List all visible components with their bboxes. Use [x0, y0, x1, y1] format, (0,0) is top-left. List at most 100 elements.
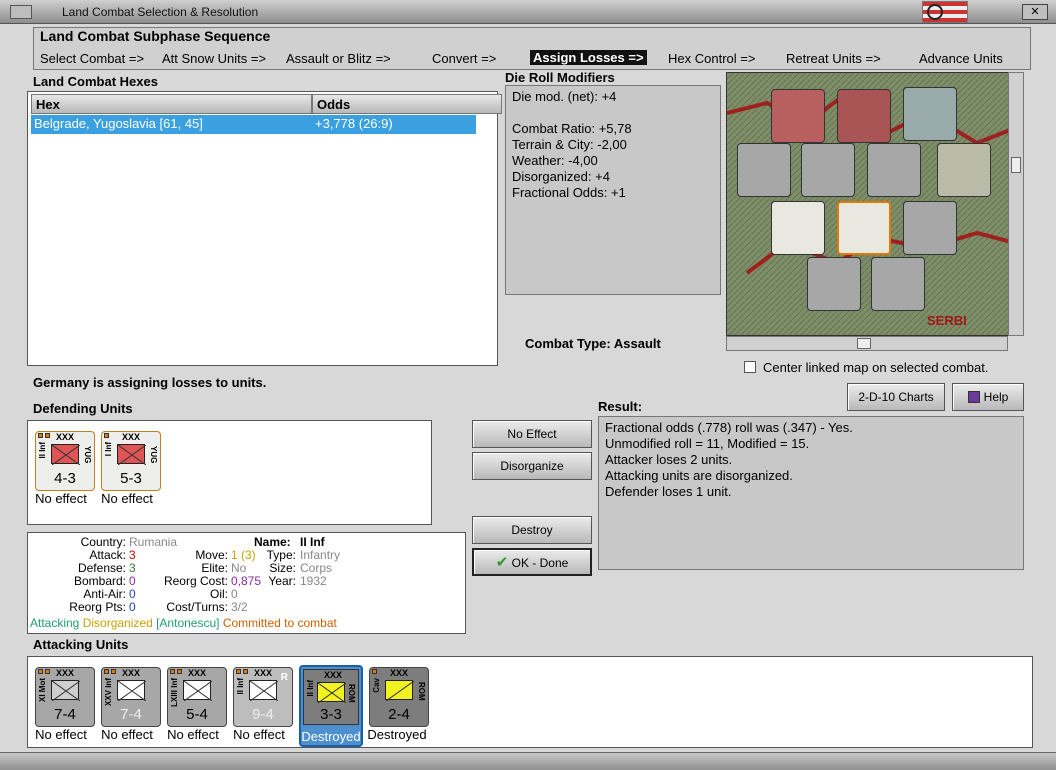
motorized-symbol-icon	[51, 680, 80, 701]
defending-title: Defending Units	[33, 401, 133, 416]
attacking-unit-counter[interactable]: XXX Cav ROM 2-4	[369, 667, 429, 727]
unit-size: XXX	[324, 670, 343, 680]
flag-committed: Committed to combat	[222, 616, 337, 630]
odds-column-header[interactable]: Odds	[312, 94, 502, 114]
table-row[interactable]: Belgrade, Yugoslavia [61, 45] +3,778 (26…	[31, 115, 476, 134]
modifier-line: Die mod. (net): +4	[512, 89, 617, 104]
map-counter[interactable]	[801, 143, 855, 197]
attacking-unit-counter[interactable]: XXX II Inf R 9-4	[233, 667, 293, 727]
step-select-combat[interactable]: Select Combat =>	[40, 51, 144, 66]
hexes-title: Land Combat Hexes	[33, 74, 158, 89]
defending-unit-counter[interactable]: XXX I Inf YUG 5-3	[101, 431, 161, 491]
map-counter[interactable]	[937, 143, 991, 197]
combat-type: Combat Type: Assault	[525, 336, 661, 351]
status-dots	[170, 662, 186, 674]
help-button[interactable]: Help	[952, 383, 1024, 411]
step-att-snow-units[interactable]: Att Snow Units =>	[162, 51, 266, 66]
center-map-checkbox[interactable]	[744, 361, 756, 373]
step-assault-or-blitz[interactable]: Assault or Blitz =>	[286, 51, 391, 66]
map-counter[interactable]	[871, 257, 925, 311]
attacking-title: Attacking Units	[33, 637, 129, 652]
map-counter[interactable]	[807, 257, 861, 311]
elite-label: Elite:	[201, 561, 228, 575]
unit-status: No effect	[233, 727, 285, 742]
unit-size: XXX	[254, 668, 273, 678]
odds-cell: +3,778 (26:9)	[315, 116, 393, 131]
map-counter[interactable]	[771, 201, 825, 255]
defending-unit-counter[interactable]: XXX II Inf YUG 4-3	[35, 431, 95, 491]
map-counter[interactable]	[867, 143, 921, 197]
reorgpts-label: Reorg Pts:	[69, 600, 126, 614]
destroy-button[interactable]: Destroy	[472, 516, 592, 544]
attacking-unit-counter-selected[interactable]: XXX II Inf ROM 3-3 Destroyed	[299, 665, 363, 747]
costturns-label: Cost/Turns:	[166, 600, 228, 614]
unit-nation: ROM	[417, 682, 426, 701]
status-dots	[104, 426, 120, 438]
modifier-line: Terrain & City: -2,00	[512, 137, 627, 152]
step-advance-units[interactable]: Advance Units	[919, 51, 1003, 66]
ok-done-button[interactable]: ✔ OK - Done	[472, 548, 592, 576]
cavalry-symbol-icon	[385, 680, 414, 701]
unit-strength: 4-3	[54, 470, 76, 487]
attacking-unit-counter[interactable]: XXX LXIII Inf 5-4	[167, 667, 227, 727]
map-vertical-scrollbar[interactable]	[1008, 72, 1024, 336]
step-retreat-units[interactable]: Retreat Units =>	[786, 51, 881, 66]
close-button[interactable]: ✕	[1022, 4, 1048, 20]
hex-column-header[interactable]: Hex	[31, 94, 312, 114]
unit-nation: ROM	[347, 684, 356, 703]
unit-nation: YUG	[83, 446, 92, 464]
no-effect-button[interactable]: No Effect	[472, 420, 592, 448]
unit-status: Destroyed	[301, 729, 361, 744]
attack-value: 3	[129, 548, 136, 562]
reorgpts-value: 0	[129, 600, 136, 614]
scroll-thumb[interactable]	[857, 338, 871, 349]
reorgcost-label: Reorg Cost:	[163, 574, 228, 588]
defending-units: XXX II Inf YUG 4-3 No effect XXX I Inf Y…	[27, 420, 432, 525]
attacking-unit-counter[interactable]: XXX XI Mot 7-4	[35, 667, 95, 727]
map-counter[interactable]	[837, 89, 891, 143]
unit-strength: 7-4	[54, 706, 76, 723]
unit-strength: 9-4	[252, 706, 274, 723]
modifier-line: Weather: -4,00	[512, 153, 598, 168]
hexes-list[interactable]: Hex Odds Belgrade, Yugoslavia [61, 45] +…	[27, 91, 502, 366]
step-assign-losses[interactable]: Assign Losses =>	[530, 50, 647, 65]
center-map-label: Center linked map on selected combat.	[763, 360, 989, 375]
map-counter[interactable]	[737, 143, 791, 197]
type-label: Type:	[266, 548, 296, 562]
unit-status: No effect	[35, 727, 87, 742]
map-counter[interactable]	[771, 89, 825, 143]
country-value: Rumania	[129, 535, 178, 549]
unit-strength: 5-4	[186, 706, 208, 723]
disorganize-button[interactable]: Disorganize	[472, 452, 592, 480]
system-menu-button[interactable]	[10, 5, 32, 19]
linked-map[interactable]: SERBI	[726, 72, 1014, 336]
name-value: II Inf	[300, 535, 325, 549]
modifiers-panel: Die mod. (net): +4 Combat Ratio: +5,78 T…	[505, 85, 721, 295]
unit-details: Country: Rumania Attack: 3 Defense: 3 Bo…	[27, 532, 466, 634]
oil-label: Oil:	[210, 587, 228, 601]
germany-flag-icon	[922, 1, 968, 23]
unit-size: XXX	[56, 432, 75, 442]
modifier-line	[512, 105, 714, 121]
window-title: Land Combat Selection & Resolution	[62, 5, 259, 19]
result-line: Fractional odds (.778) roll was (.347) -…	[605, 420, 853, 435]
map-counter[interactable]	[903, 201, 957, 255]
flag-leader: [Antonescu]	[156, 616, 220, 630]
step-hex-control[interactable]: Hex Control =>	[668, 51, 755, 66]
result-panel: Fractional odds (.778) roll was (.347) -…	[598, 416, 1024, 570]
map-counter[interactable]	[903, 87, 957, 141]
map-counter-selected[interactable]	[837, 201, 891, 255]
map-region-label: SERBI	[927, 313, 967, 328]
scroll-thumb[interactable]	[1011, 157, 1021, 173]
unit-name: II Inf	[306, 680, 315, 697]
modifier-line: Disorganized: +4	[512, 169, 610, 184]
bottom-frame	[0, 752, 1056, 770]
modifiers-title: Die Roll Modifiers	[505, 70, 615, 85]
unit-name: II Inf	[38, 442, 47, 459]
step-convert[interactable]: Convert =>	[432, 51, 496, 66]
map-horizontal-scrollbar[interactable]	[726, 336, 1008, 351]
attacking-unit-counter[interactable]: XXX XXV Inf 7-4	[101, 667, 161, 727]
unit-name: XXV Inf	[104, 678, 113, 707]
charts-button[interactable]: 2-D-10 Charts	[847, 383, 945, 411]
unit-flags: Attacking Disorganized [Antonescu] Commi…	[30, 616, 337, 630]
